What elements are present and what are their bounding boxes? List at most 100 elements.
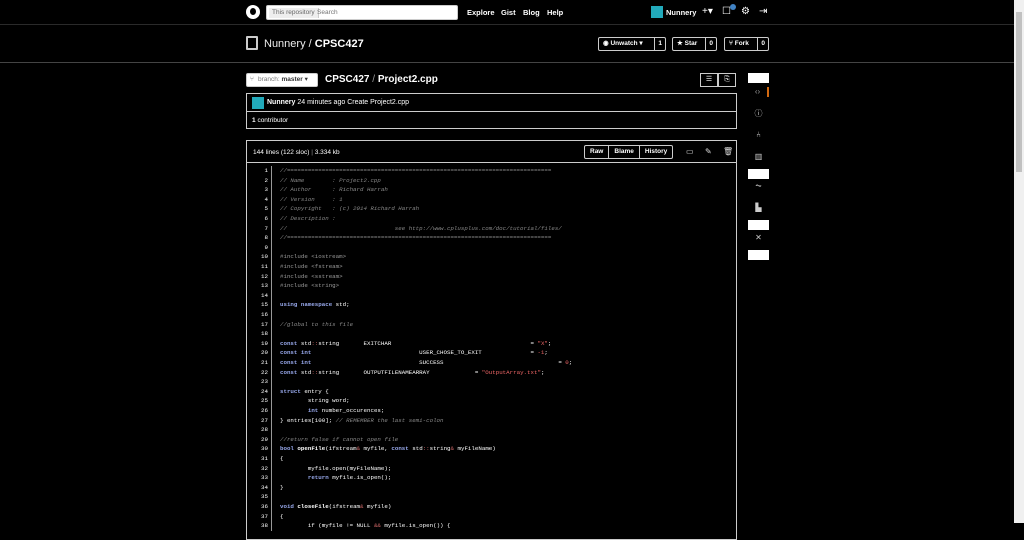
code-line: using namespace std; xyxy=(280,301,350,309)
contributors-summary[interactable]: 1 contributor xyxy=(252,117,288,124)
code-line-number[interactable]: 23 xyxy=(247,377,272,387)
sidebar-item-pull-requests-icon[interactable]: ⑃ xyxy=(748,130,769,140)
sidebar-item-blank[interactable] xyxy=(748,250,769,260)
blame-button[interactable]: Blame xyxy=(608,146,639,158)
sidebar-item-pulse-icon[interactable]: ⏦ xyxy=(748,181,769,191)
github-logo-icon[interactable] xyxy=(246,5,260,19)
code-line: // Version : 1 xyxy=(280,195,343,203)
sidebar-item-blank[interactable] xyxy=(748,220,769,230)
code-line-number[interactable]: 37 xyxy=(247,511,272,522)
code-line: void closeFile(ifstream& myfile) xyxy=(280,503,392,510)
desktop-icon[interactable]: ▭ xyxy=(686,147,694,156)
code-line-number[interactable]: 7 xyxy=(247,223,272,234)
code-line-number[interactable]: 21 xyxy=(247,358,272,368)
code-line-number[interactable]: 29 xyxy=(247,434,272,445)
search-input[interactable] xyxy=(317,7,447,18)
code-line-number[interactable]: 15 xyxy=(247,300,272,310)
sidebar-item-issues-icon[interactable]: ⓘ xyxy=(748,109,769,119)
fork-button[interactable]: ⑂ Fork 0 xyxy=(724,37,769,51)
code-line: // see http://www.cplusplus.com/doc/tuto… xyxy=(280,224,562,232)
create-new-icon[interactable]: +▾ xyxy=(702,6,713,18)
avatar[interactable] xyxy=(651,6,663,18)
star-label: Star xyxy=(684,40,698,47)
scrollbar-thumb[interactable] xyxy=(1016,12,1022,172)
repo-book-icon xyxy=(246,36,258,50)
repo-owner-link[interactable]: Nunnery xyxy=(264,38,306,50)
code-line-number[interactable]: 10 xyxy=(247,252,272,262)
code-line-number[interactable]: 16 xyxy=(247,310,272,320)
code-line-number[interactable]: 35 xyxy=(247,492,272,502)
star-button[interactable]: ★ Star 0 xyxy=(672,37,717,51)
code-line: // Description : xyxy=(280,215,336,222)
commit-author-link[interactable]: Nunnery xyxy=(267,99,295,106)
edit-pencil-icon[interactable]: ✎ xyxy=(705,147,712,156)
code-line-number[interactable]: 27 xyxy=(247,415,272,426)
fork-count[interactable]: 0 xyxy=(757,38,768,50)
file-header: 144 lines (122 sloc) | 3.334 kb Raw Blam… xyxy=(247,141,736,163)
nav-gist[interactable]: Gist xyxy=(501,8,516,17)
page-scrollbar[interactable] xyxy=(1014,0,1024,523)
commit-author-avatar[interactable] xyxy=(252,97,264,109)
code-line-number[interactable]: 8 xyxy=(247,233,272,243)
code-line-number[interactable]: 28 xyxy=(247,425,272,435)
code-line-number[interactable]: 11 xyxy=(247,262,272,272)
nav-help[interactable]: Help xyxy=(547,8,563,17)
code-line: #include <fstream> xyxy=(280,263,343,270)
repo-title: Nunnery / CPSC427 xyxy=(264,38,364,50)
code-line-number[interactable]: 2 xyxy=(247,175,272,186)
code-line-number[interactable]: 33 xyxy=(247,473,272,483)
sign-out-icon[interactable]: ⇥ xyxy=(759,6,767,18)
sidebar-item-blank[interactable] xyxy=(748,73,769,83)
code-line-number[interactable]: 1 xyxy=(247,166,272,176)
code-line-number[interactable]: 25 xyxy=(247,396,272,406)
branch-name: master xyxy=(281,76,303,83)
code-line-number[interactable]: 36 xyxy=(247,502,272,512)
nav-explore[interactable]: Explore xyxy=(467,8,495,17)
commit-message-link[interactable]: Create Project2.cpp xyxy=(347,99,409,106)
repo-name-link[interactable]: CPSC427 xyxy=(315,38,364,50)
code-line-number[interactable]: 6 xyxy=(247,214,272,224)
sidebar-item-wiki-icon[interactable]: ▥ xyxy=(748,152,769,162)
code-line-number[interactable]: 9 xyxy=(247,242,272,253)
code-line: // Name : Project2.cpp xyxy=(280,176,381,184)
code-line-number[interactable]: 30 xyxy=(247,444,272,454)
star-count[interactable]: 0 xyxy=(705,38,716,50)
code-line-number[interactable]: 12 xyxy=(247,271,272,282)
code-line-number[interactable]: 34 xyxy=(247,482,272,493)
sidebar-item-code-icon[interactable]: ‹› xyxy=(748,87,769,97)
code-line-number[interactable]: 18 xyxy=(247,329,272,339)
username-link[interactable]: Nunnery xyxy=(666,8,696,17)
code-line-number[interactable]: 22 xyxy=(247,367,272,378)
sidebar-item-blank[interactable] xyxy=(748,169,769,179)
code-line-number[interactable]: 19 xyxy=(247,338,272,349)
code-line-number[interactable]: 3 xyxy=(247,185,272,195)
nav-blog[interactable]: Blog xyxy=(523,8,540,17)
search-box[interactable]: This repository xyxy=(266,5,458,20)
code-line-number[interactable]: 24 xyxy=(247,386,272,397)
breadcrumb-root-link[interactable]: CPSC427 xyxy=(325,74,369,85)
copy-path-icon[interactable]: ⎘ xyxy=(718,73,736,87)
code-line-number[interactable]: 17 xyxy=(247,319,272,330)
watch-count[interactable]: 1 xyxy=(654,38,665,50)
code-line-number[interactable]: 4 xyxy=(247,194,272,205)
raw-button[interactable]: Raw xyxy=(585,146,608,158)
trash-icon[interactable]: 🗑 xyxy=(723,147,733,156)
code-line: #include <string> xyxy=(280,282,340,290)
gear-icon[interactable]: ⚙ xyxy=(741,6,750,18)
code-line-number[interactable]: 13 xyxy=(247,281,272,291)
history-button[interactable]: History xyxy=(638,146,672,158)
code-line-number[interactable]: 5 xyxy=(247,204,272,214)
code-line-number[interactable]: 32 xyxy=(247,463,272,474)
code-line-number[interactable]: 31 xyxy=(247,454,272,464)
branch-select[interactable]: ⑂ branch: master ▾ xyxy=(246,73,318,87)
unwatch-button[interactable]: ◉ Unwatch ▾ 1 xyxy=(598,37,666,51)
sidebar-item-settings-icon[interactable]: ✕ xyxy=(748,233,769,243)
sidebar-item-graphs-icon[interactable]: ▙ xyxy=(748,203,769,213)
latest-commit-box: Nunnery 24 minutes ago Create Project2.c… xyxy=(246,93,737,129)
list-view-icon[interactable]: ☰ xyxy=(700,73,718,87)
repo-title-separator: / xyxy=(308,38,312,50)
code-line-number[interactable]: 14 xyxy=(247,290,272,301)
code-line-number[interactable]: 26 xyxy=(247,406,272,416)
code-line-number[interactable]: 20 xyxy=(247,348,272,358)
file-size: 3.334 kb xyxy=(314,149,340,156)
